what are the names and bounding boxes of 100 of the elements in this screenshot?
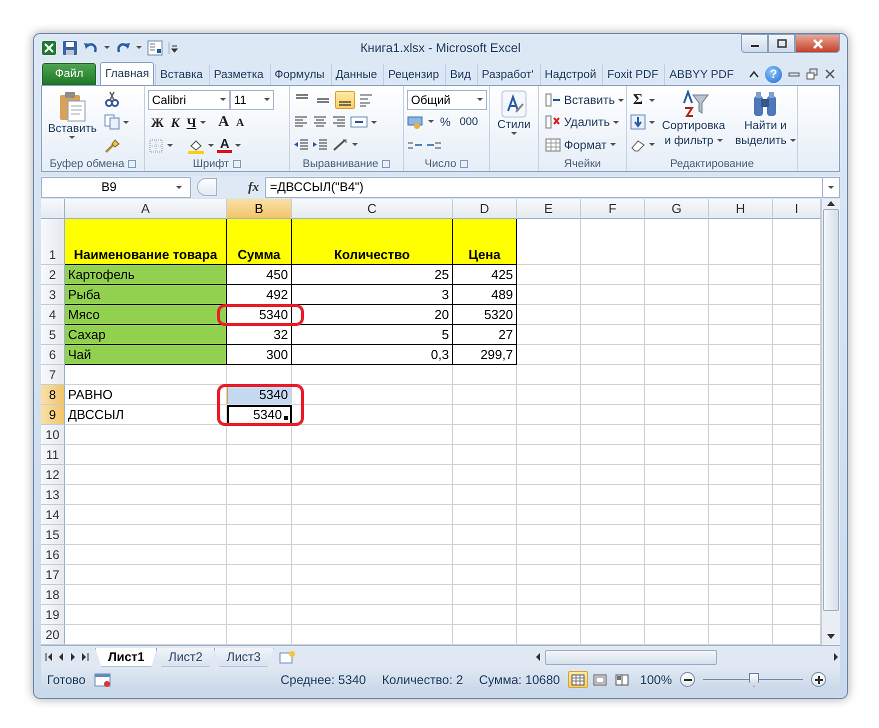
table-cell[interactable]: [581, 325, 645, 345]
table-cell[interactable]: [65, 485, 227, 505]
table-cell[interactable]: [581, 505, 645, 525]
table-cell[interactable]: [645, 525, 709, 545]
align-left-icon[interactable]: [293, 115, 309, 130]
table-cell[interactable]: [65, 445, 227, 465]
column-header[interactable]: A: [65, 199, 227, 219]
table-cell[interactable]: [227, 445, 292, 465]
caret-icon[interactable]: [612, 120, 619, 124]
sheet-tab[interactable]: Лист3: [214, 648, 274, 666]
last-sheet-icon[interactable]: [81, 652, 89, 662]
table-cell[interactable]: [709, 445, 773, 465]
caret-icon[interactable]: [136, 46, 142, 49]
table-cell[interactable]: [517, 405, 581, 425]
row-header[interactable]: 14: [41, 505, 65, 525]
wrap-text-icon[interactable]: [358, 93, 374, 108]
select-all-corner[interactable]: [41, 199, 65, 219]
table-cell[interactable]: [227, 605, 292, 625]
row-header[interactable]: 16: [41, 545, 65, 565]
font-color-button[interactable]: A: [217, 138, 232, 153]
scroll-thumb[interactable]: [823, 209, 839, 611]
table-cell[interactable]: [453, 485, 517, 505]
table-cell[interactable]: [645, 605, 709, 625]
maximize-button[interactable]: [768, 34, 795, 53]
table-cell[interactable]: [581, 525, 645, 545]
table-cell[interactable]: [517, 265, 581, 285]
table-cell[interactable]: [292, 605, 453, 625]
table-cell[interactable]: [645, 425, 709, 445]
caret-icon[interactable]: [264, 98, 270, 101]
row-header[interactable]: 7: [41, 365, 65, 385]
spreadsheet-icon[interactable]: [41, 40, 57, 56]
dialog-launcher-icon[interactable]: [460, 160, 468, 168]
copy-icon[interactable]: [104, 114, 120, 130]
row-header[interactable]: 6: [41, 345, 65, 365]
column-header[interactable]: H: [709, 199, 773, 219]
table-cell[interactable]: [65, 585, 227, 605]
table-cell[interactable]: 489: [453, 285, 517, 305]
table-cell[interactable]: [517, 565, 581, 585]
first-sheet-icon[interactable]: [45, 652, 53, 662]
table-cell[interactable]: [292, 465, 453, 485]
eraser-icon[interactable]: [630, 138, 646, 152]
table-cell[interactable]: [227, 465, 292, 485]
table-cell[interactable]: [65, 505, 227, 525]
previous-sheet-icon[interactable]: [57, 652, 65, 662]
zoom-in-button[interactable]: [811, 672, 826, 687]
number-format-field[interactable]: Общий: [407, 90, 487, 110]
table-cell[interactable]: [517, 345, 581, 365]
vertical-scrollbar[interactable]: [821, 199, 840, 645]
dialog-launcher-icon[interactable]: [382, 160, 390, 168]
percent-button[interactable]: %: [437, 112, 454, 132]
table-cell[interactable]: 0,3: [292, 345, 453, 365]
scroll-right-icon[interactable]: [832, 652, 840, 662]
table-cell[interactable]: 450: [227, 265, 292, 285]
table-cell[interactable]: [65, 465, 227, 485]
collapse-ribbon-icon[interactable]: [749, 70, 759, 78]
thousands-button[interactable]: 000: [456, 112, 482, 132]
table-cell[interactable]: [65, 525, 227, 545]
table-cell[interactable]: 425: [453, 265, 517, 285]
font-style-button[interactable]: Ч: [184, 114, 200, 130]
table-cell[interactable]: [517, 465, 581, 485]
record-macro-icon[interactable]: [94, 672, 112, 688]
table-cell[interactable]: [292, 445, 453, 465]
table-cell[interactable]: [517, 285, 581, 305]
table-cell[interactable]: [65, 425, 227, 445]
column-header[interactable]: B: [227, 199, 292, 219]
table-cell[interactable]: Количество: [292, 219, 453, 265]
cells-menu-button[interactable]: Удалить: [542, 112, 627, 132]
table-cell[interactable]: [227, 525, 292, 545]
caret-icon[interactable]: [716, 139, 723, 142]
row-header[interactable]: 17: [41, 565, 65, 585]
table-cell[interactable]: Цена: [453, 219, 517, 265]
horizontal-scrollbar[interactable]: [534, 648, 840, 666]
formula-field[interactable]: =ДВССЫЛ("B4"): [265, 176, 823, 198]
sort-filter-button[interactable]: Сортировка и фильтр: [659, 89, 728, 156]
sheet-tab[interactable]: Лист1: [95, 648, 158, 666]
table-cell[interactable]: РАВНО: [65, 385, 227, 405]
table-cell[interactable]: [645, 405, 709, 425]
table-cell[interactable]: [645, 325, 709, 345]
table-cell[interactable]: [227, 585, 292, 605]
table-cell[interactable]: [581, 265, 645, 285]
table-cell[interactable]: Рыба: [65, 285, 227, 305]
table-cell[interactable]: [517, 425, 581, 445]
caret-icon[interactable]: [477, 98, 483, 101]
table-cell[interactable]: [517, 365, 581, 385]
dialog-launcher-icon[interactable]: [128, 160, 136, 168]
table-cell[interactable]: [709, 325, 773, 345]
fill-color-icon[interactable]: [187, 138, 205, 154]
table-cell[interactable]: [517, 585, 581, 605]
zoom-out-button[interactable]: [680, 672, 695, 687]
row-header[interactable]: 12: [41, 465, 65, 485]
table-cell[interactable]: [581, 485, 645, 505]
caret-icon[interactable]: [790, 139, 796, 142]
table-cell[interactable]: [709, 405, 773, 425]
row-header[interactable]: 18: [41, 585, 65, 605]
view-button[interactable]: [568, 671, 588, 688]
caret-icon[interactable]: [122, 120, 129, 124]
table-cell[interactable]: [292, 485, 453, 505]
table-cell[interactable]: [709, 525, 773, 545]
indent-icon[interactable]: [312, 138, 328, 152]
table-cell[interactable]: [292, 525, 453, 545]
